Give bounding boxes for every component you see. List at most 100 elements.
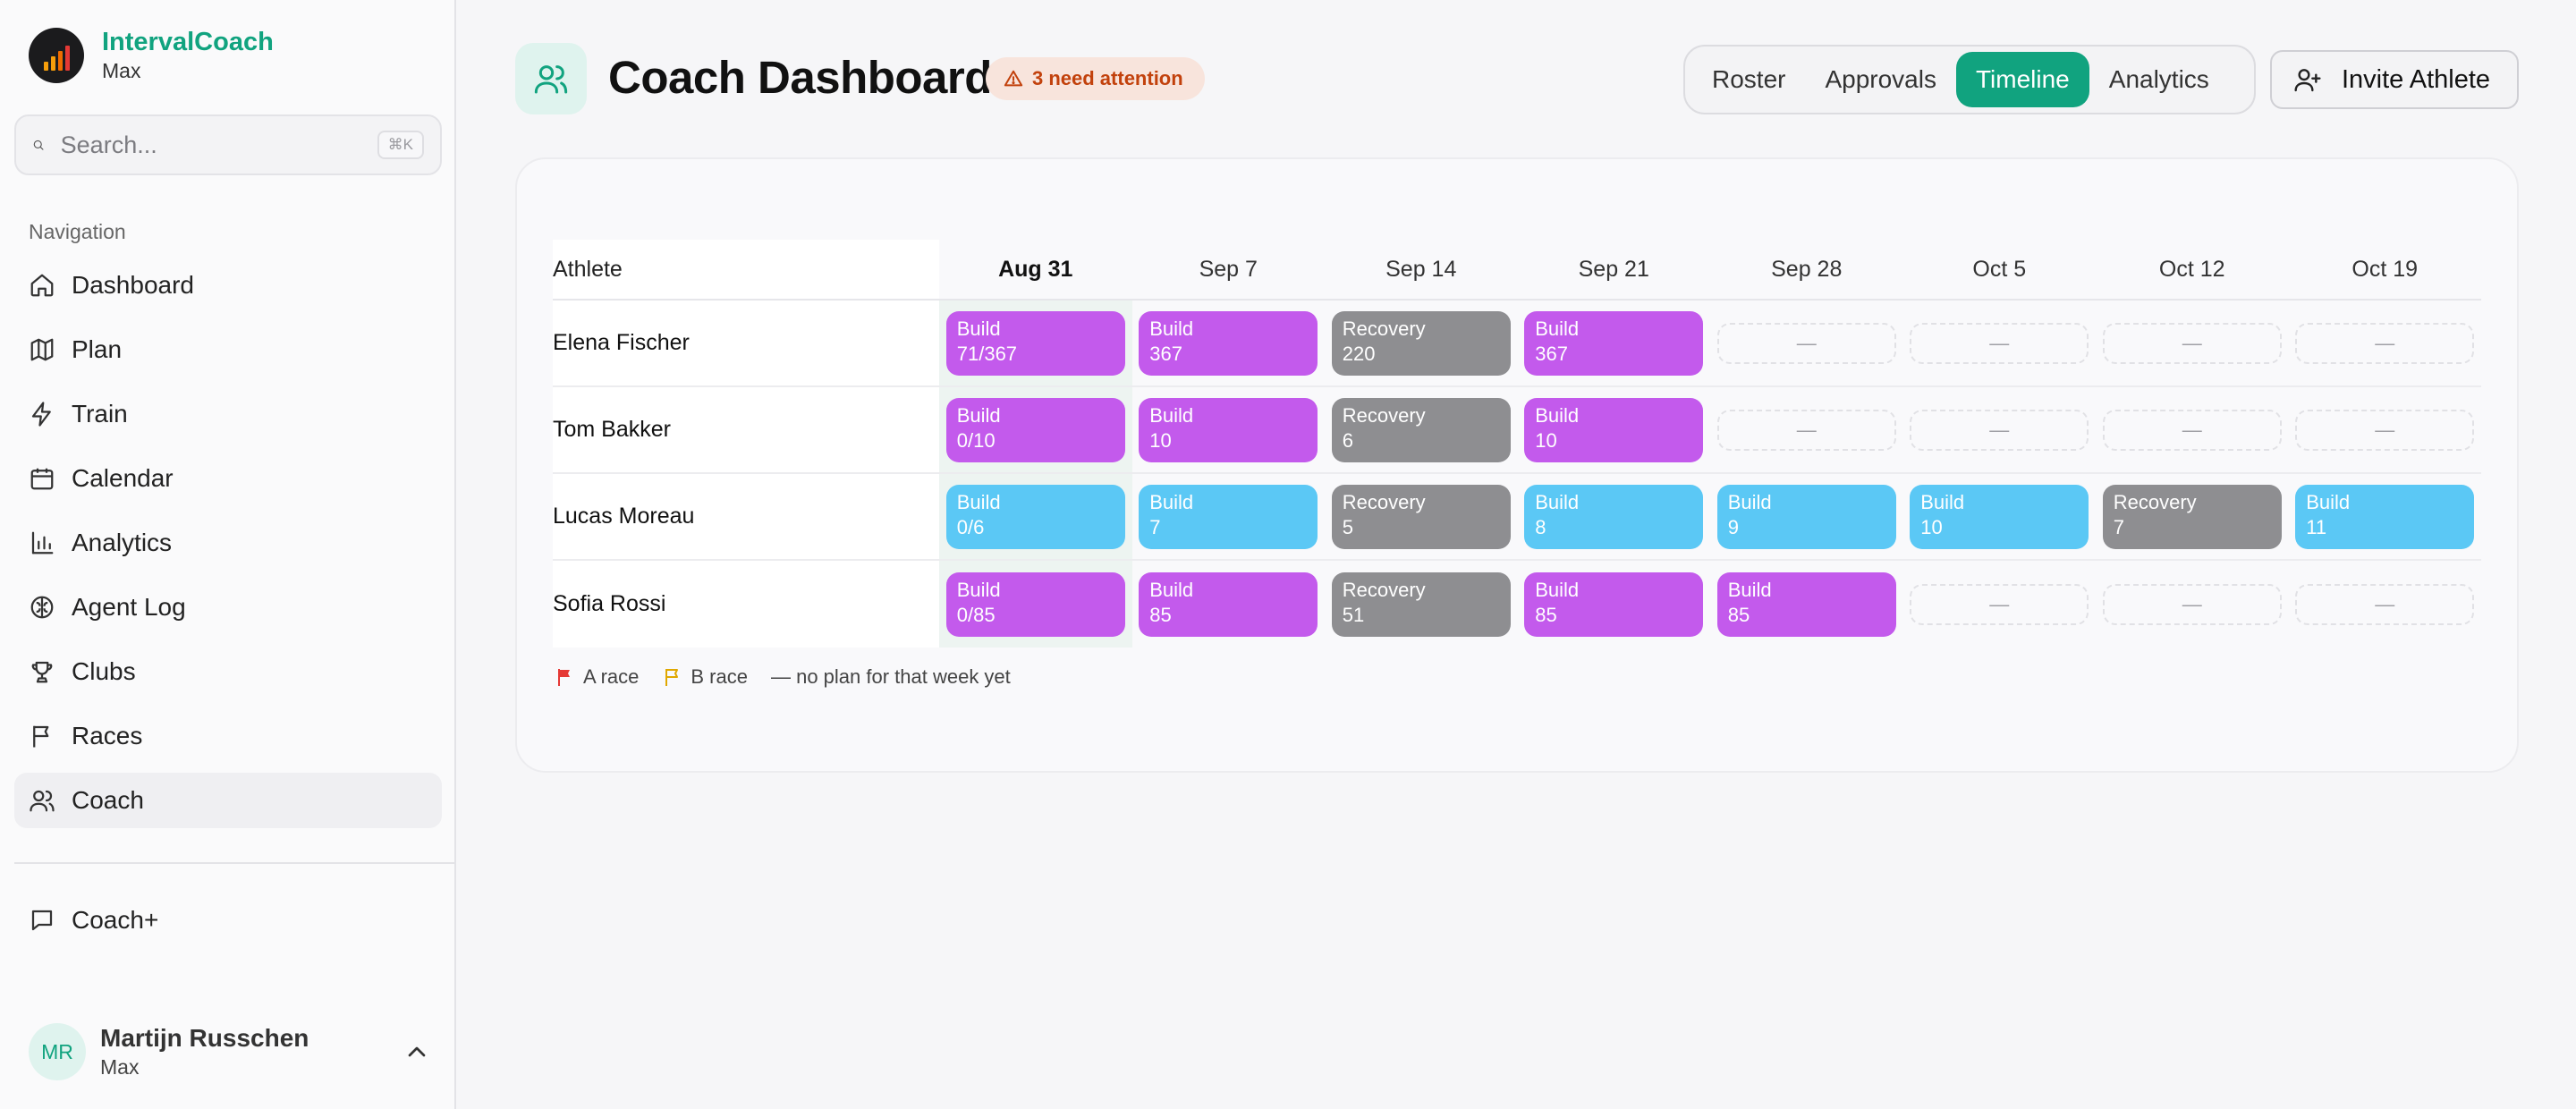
week-load: 0/10 [956,428,996,452]
recovery-week-block[interactable]: Recovery 51 [1331,571,1511,637]
week-cell: Build 10 [1518,387,1711,472]
legend-a-race: A race [555,665,639,689]
athlete-name[interactable]: Tom Bakker [553,387,939,472]
athlete-name[interactable]: Elena Fischer [553,301,939,385]
week-phase: Build [1149,403,1194,427]
sidebar-item-label: Plan [72,335,123,363]
week-load: 10 [1920,515,1943,538]
week-phase: Recovery [1342,403,1426,427]
build-week-block[interactable]: Build 0/85 [945,571,1125,637]
sidebar-item-calendar[interactable]: Calendar [14,451,442,506]
sidebar-item-coach[interactable]: Coach [14,773,442,828]
red-flag-icon [558,669,570,686]
sidebar-divider [14,862,456,864]
users-icon [30,790,55,812]
week-phase: Build [1149,490,1194,513]
build-week-block[interactable]: Build 10 [1139,397,1318,462]
week-cell: Build 10 [1132,387,1326,472]
invite-athlete-button[interactable]: Invite Athlete [2270,50,2519,109]
attention-badge[interactable]: 3 need attention [986,57,1205,100]
athlete-name[interactable]: Sofia Rossi [553,561,939,648]
week-cell: — [2096,387,2289,472]
athlete-name[interactable]: Lucas Moreau [553,474,939,559]
sidebar-item-agent-log[interactable]: Agent Log [14,580,442,635]
build-week-block[interactable]: Build 85 [1716,571,1896,637]
week-header: Sep 28 [1771,256,1843,282]
week-load: 9 [1727,515,1739,538]
week-cell: Build 85 [1710,561,1903,648]
week-phase: Build [1727,490,1772,513]
week-load: 7 [1149,515,1161,538]
build-week-block[interactable]: Build 9 [1716,484,1896,549]
week-phase: Build [956,317,1001,340]
search-input[interactable] [60,131,377,159]
avatar: MR [29,1023,86,1080]
sidebar-item-coach-plus[interactable]: Coach+ [14,893,442,948]
week-header: Oct 12 [2158,256,2225,282]
week-load: 85 [1727,603,1750,626]
build-week-block[interactable]: Build 367 [1524,310,1704,376]
build-week-block[interactable]: Build 7 [1139,484,1318,549]
build-week-block[interactable]: Build 10 [1524,397,1704,462]
athlete-row: Tom Bakker Build 0/10 Build 10 Recovery 6 Build… [553,387,2481,474]
week-load: 11 [2306,515,2327,538]
tab-timeline[interactable]: Timeline [1955,52,2089,107]
users-icon [534,65,568,94]
recovery-week-block[interactable]: Recovery 5 [1331,484,1511,549]
timeline-legend: A race B race — no plan for that week ye… [555,665,1034,689]
week-load: 220 [1342,342,1376,365]
chevron-up-icon[interactable] [402,1037,431,1066]
sidebar-item-analytics[interactable]: Analytics [14,515,442,571]
sidebar: IntervalCoach Max ⌘K Navigation Dashboar… [0,0,456,1109]
tab-roster[interactable]: Roster [1692,52,1805,107]
sidebar-item-label: Dashboard [72,271,194,299]
week-header: Aug 31 [998,256,1073,282]
week-load: 6 [1342,428,1353,452]
search-shortcut: ⌘K [377,131,424,159]
week-cell: Recovery 220 [1325,301,1518,385]
build-week-block[interactable]: Build 367 [1139,310,1318,376]
timeline-header-row: Athlete Aug 31 Sep 7 Sep 14 Sep 21 Sep 28 Oct… [553,240,2481,301]
recovery-week-block[interactable]: Recovery 7 [2102,484,2282,549]
brand[interactable]: IntervalCoach Max [29,27,274,84]
sidebar-item-races[interactable]: Races [14,708,442,764]
sidebar-item-label: Coach+ [72,906,159,934]
sidebar-item-plan[interactable]: Plan [14,322,442,377]
build-week-block[interactable]: Build 0/6 [945,484,1125,549]
build-week-block[interactable]: Build 0/10 [945,397,1125,462]
sidebar-item-dashboard[interactable]: Dashboard [14,258,442,313]
bar-chart-icon [31,531,54,554]
sidebar-item-label: Analytics [72,529,173,556]
week-cell: Recovery 51 [1325,561,1518,648]
legend-b-race: B race [662,665,748,689]
recovery-week-block[interactable]: Recovery 220 [1331,310,1511,376]
sidebar-item-clubs[interactable]: Clubs [14,644,442,699]
week-cell: — [1710,387,1903,472]
tab-analytics[interactable]: Analytics [2089,52,2229,107]
sidebar-item-train[interactable]: Train [14,386,442,442]
nav-section-label: Navigation [29,220,126,243]
user-menu[interactable]: MR Martijn Russchen Max [29,1022,431,1081]
build-week-block[interactable]: Build 10 [1910,484,2089,549]
build-week-block[interactable]: Build 11 [2295,484,2475,549]
build-week-block[interactable]: Build 8 [1524,484,1704,549]
week-cell: — [2289,561,2482,648]
build-week-block[interactable]: Build 85 [1139,571,1318,637]
message-icon [31,910,53,931]
sidebar-item-label: Agent Log [72,593,186,621]
empty-week-block: — [1716,409,1896,451]
build-week-block[interactable]: Build 85 [1524,571,1704,637]
tab-approvals[interactable]: Approvals [1805,52,1956,107]
build-week-block[interactable]: Build 71/367 [945,310,1125,376]
brand-logo-icon [29,28,84,83]
week-cell: Build 0/85 [939,561,1132,648]
empty-week-block: — [1910,583,2089,625]
empty-week-block: — [1910,409,2089,451]
recovery-week-block[interactable]: Recovery 6 [1331,397,1511,462]
timeline-card: Athlete Aug 31 Sep 7 Sep 14 Sep 21 Sep 28 Oct… [515,157,2519,773]
week-cell: — [1903,561,2097,648]
sidebar-item-label: Train [72,400,128,428]
user-name: Martijn Russchen [100,1024,309,1052]
week-phase: Build [1920,490,1965,513]
search-box[interactable]: ⌘K [14,114,442,175]
